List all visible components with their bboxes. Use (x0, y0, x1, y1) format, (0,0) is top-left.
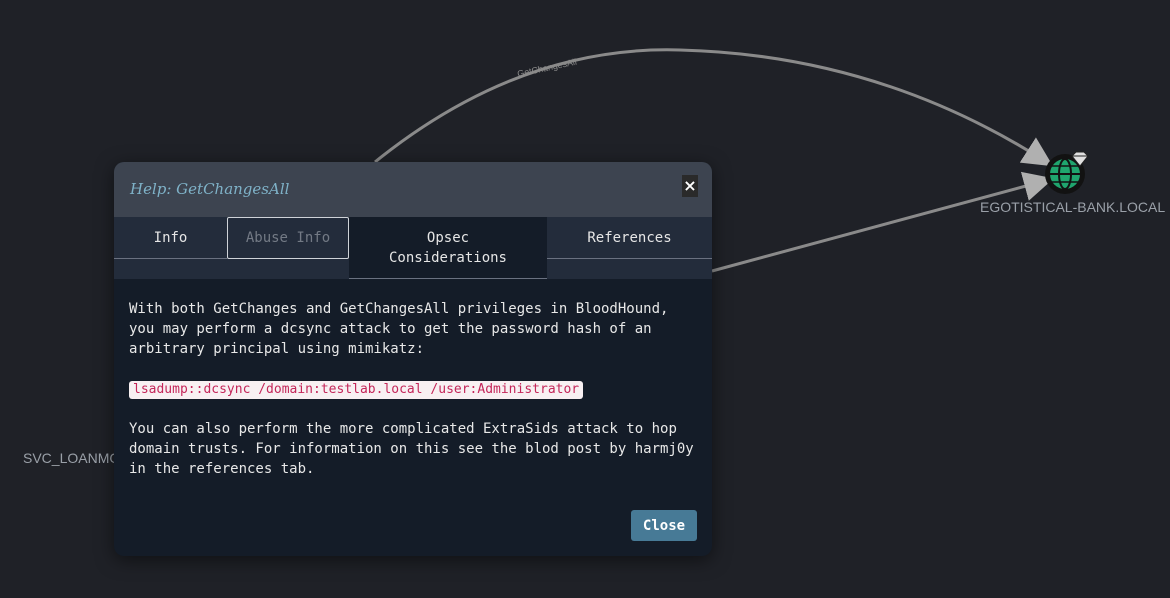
close-button[interactable]: Close (631, 510, 697, 541)
edge-getchanges-line[interactable] (711, 171, 1054, 273)
tab-info[interactable]: Info (114, 217, 227, 259)
node-label-domain: EGOTISTICAL-BANK.LOCAL (980, 199, 1166, 215)
edge-getchangesall-curve[interactable] (374, 48, 1054, 167)
tab-opsec-label-line2: Considerations (388, 250, 507, 266)
code-snippet: lsadump::dcsync /domain:testlab.local /u… (129, 381, 584, 399)
tab-opsec-considerations[interactable]: Opsec Considerations (349, 217, 547, 279)
modal-header: Help: GetChangesAll × (114, 162, 712, 217)
tab-abuse-info[interactable]: Abuse Info (227, 217, 349, 259)
edge-label: GetChangesAll (516, 57, 577, 79)
tab-references[interactable]: References (547, 217, 712, 259)
help-modal: Help: GetChangesAll × Info Abuse Info Op… (114, 162, 712, 556)
modal-title: Help: GetChangesAll (130, 180, 290, 198)
body-paragraph-2: You can also perform the more complicate… (129, 421, 694, 477)
tab-opsec-label-line1: Opsec (426, 230, 470, 246)
tab-bar: Info Abuse Info Opsec Considerations Ref… (114, 217, 712, 279)
modal-body: With both GetChanges and GetChangesAll p… (114, 279, 712, 479)
close-icon[interactable]: × (682, 175, 698, 197)
body-paragraph-1: With both GetChanges and GetChangesAll p… (129, 301, 669, 357)
